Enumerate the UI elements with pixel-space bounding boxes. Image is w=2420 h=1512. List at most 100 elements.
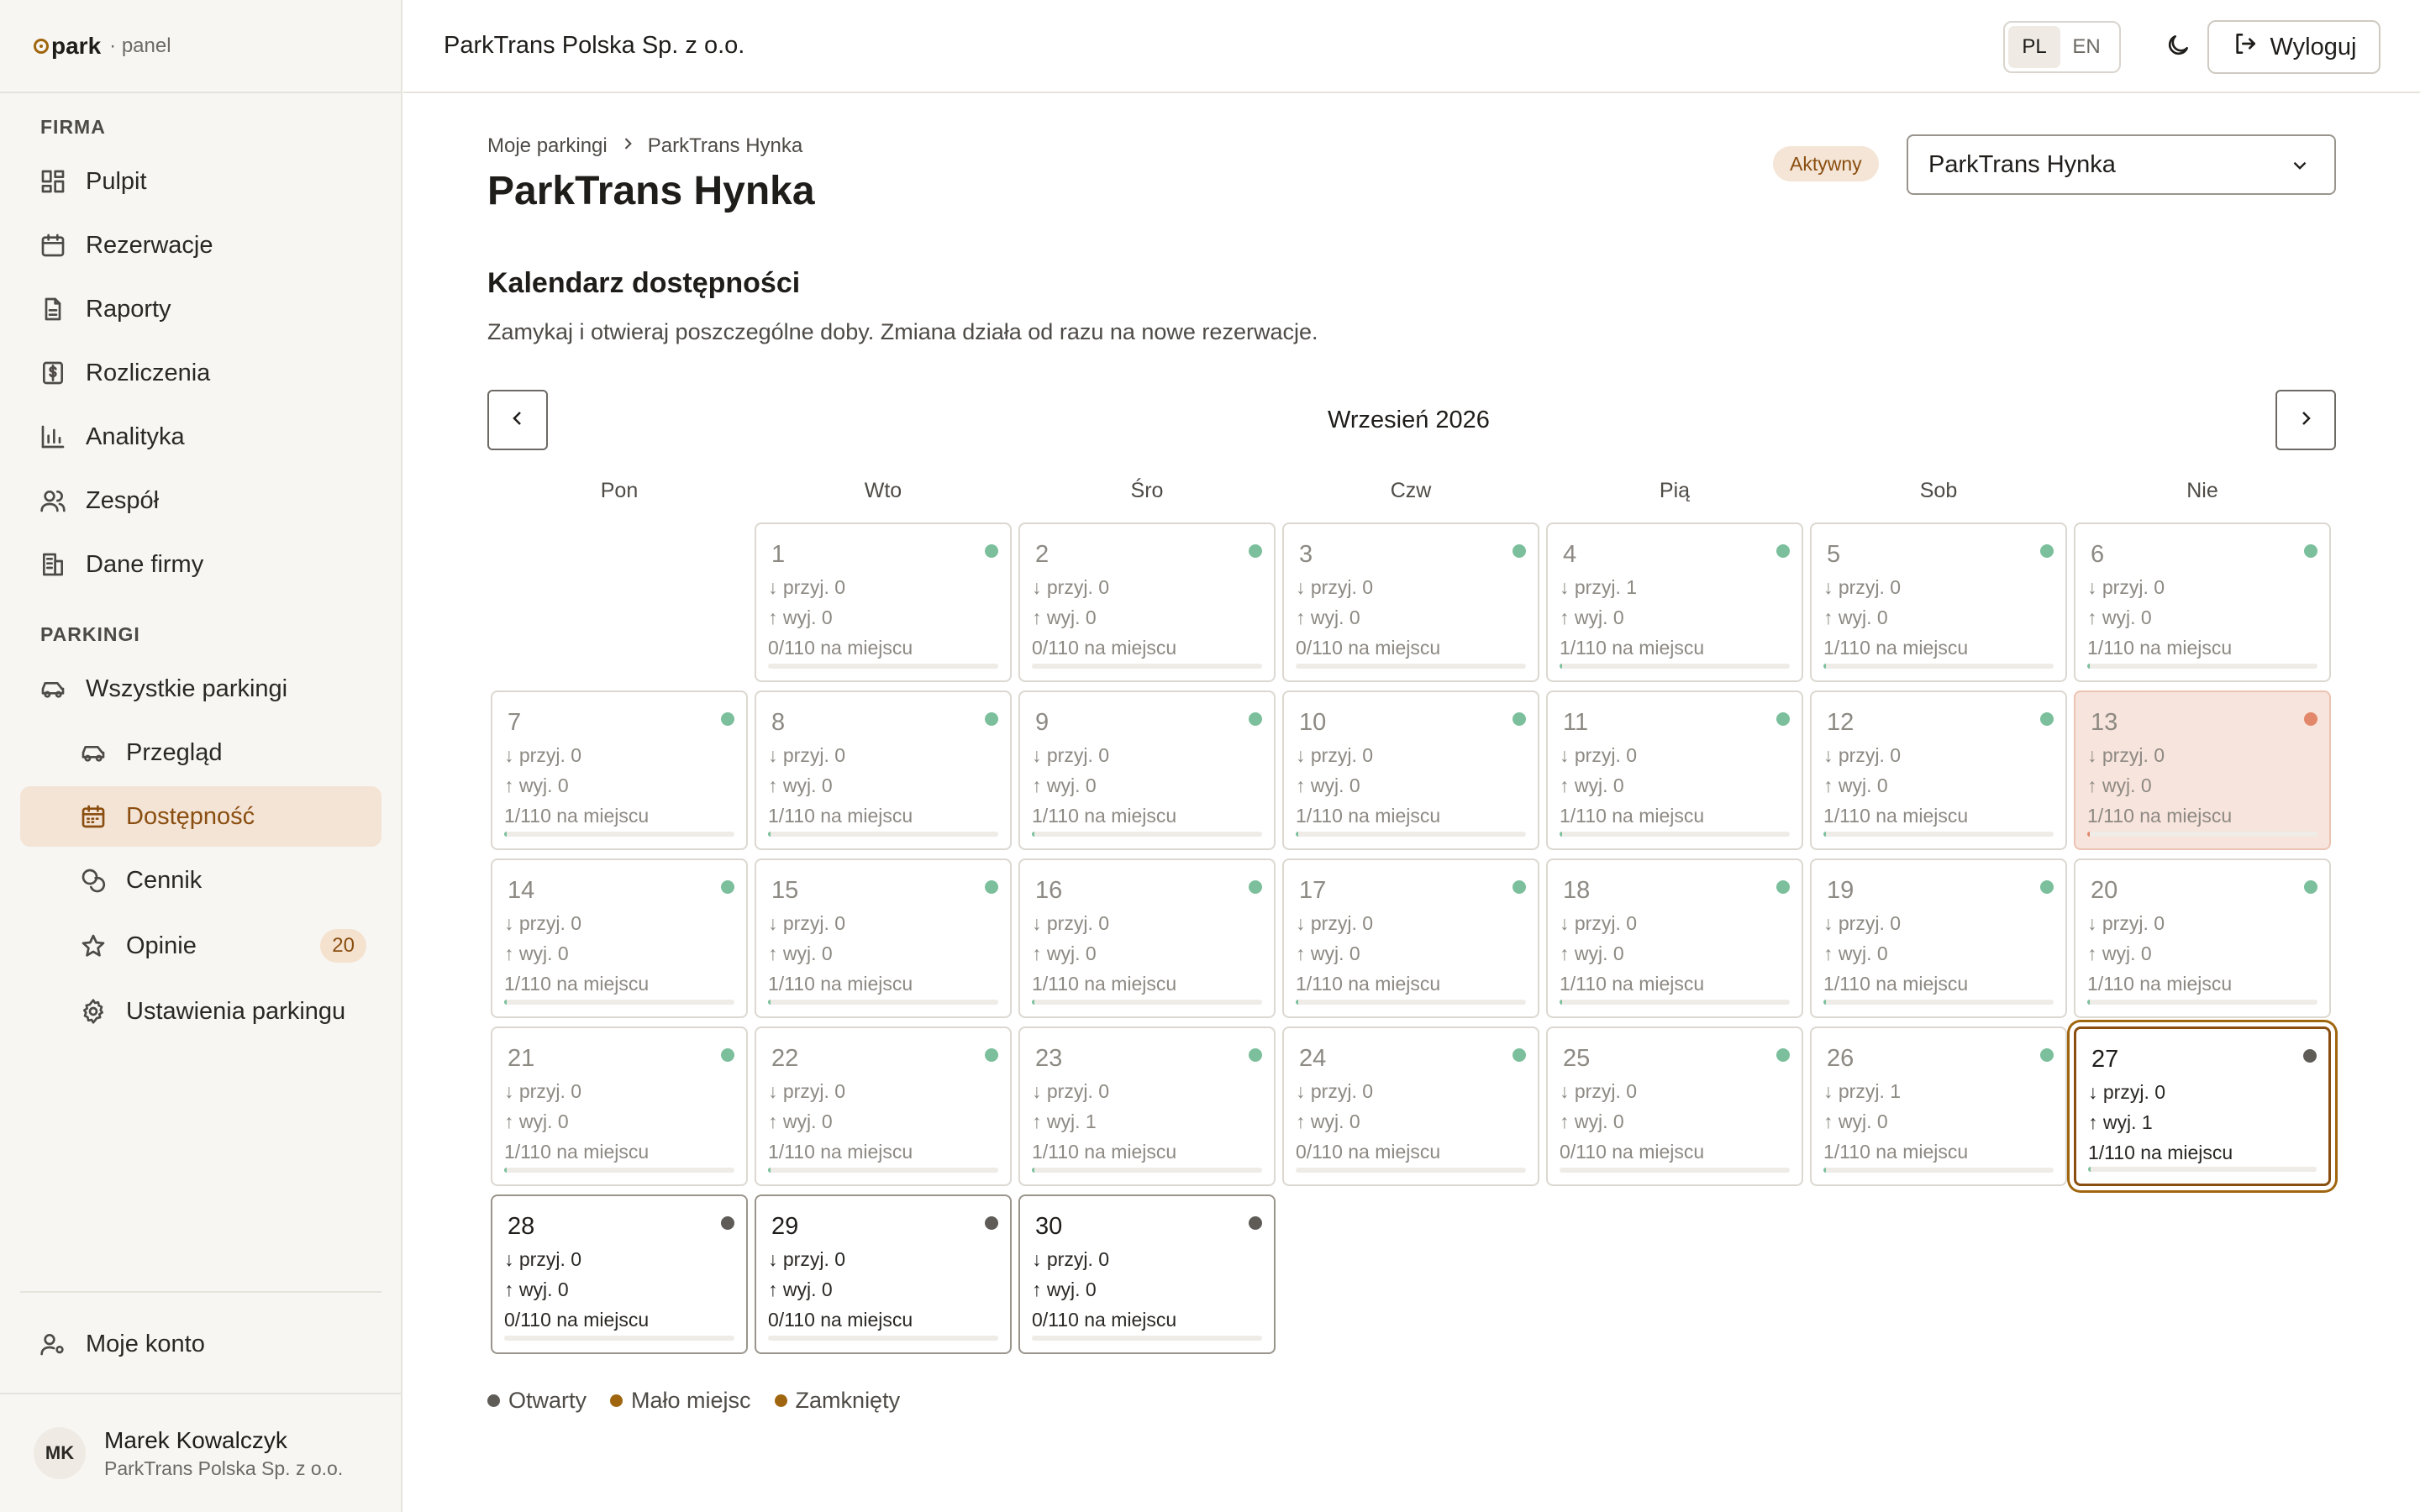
calendar-day[interactable]: 19 ↓ przyj. 0 ↑ wyj. 0 1/110 na miejscu xyxy=(1810,858,2067,1018)
occupancy-bar xyxy=(1823,832,2054,837)
status-dot xyxy=(2304,880,2317,894)
calendar-day[interactable]: 7 ↓ przyj. 0 ↑ wyj. 0 1/110 na miejscu xyxy=(491,690,748,850)
calendar-day[interactable]: 30 ↓ przyj. 0 ↑ wyj. 0 0/110 na miejscu xyxy=(1018,1194,1276,1354)
calendar-day[interactable]: 28 ↓ przyj. 0 ↑ wyj. 0 0/110 na miejscu xyxy=(491,1194,748,1354)
status-dot xyxy=(985,544,998,558)
sidebar-item-ustawienia-parkingu[interactable]: Ustawienia parkingu xyxy=(20,981,381,1042)
chevron-left-icon xyxy=(508,408,528,433)
sidebar-item-cennik[interactable]: Cennik xyxy=(20,850,381,911)
calendar-day[interactable]: 6 ↓ przyj. 0 ↑ wyj. 0 1/110 na miejscu xyxy=(2074,522,2331,682)
sidebar: park · panel FIRMA Pulpit Rezerwacje Rap… xyxy=(0,0,402,1512)
departures: ↑ wyj. 0 xyxy=(1032,942,1097,964)
brand[interactable]: park · panel xyxy=(0,0,401,93)
calendar-day[interactable]: 18 ↓ przyj. 0 ↑ wyj. 0 1/110 na miejscu xyxy=(1546,858,1803,1018)
user-text: Marek Kowalczyk ParkTrans Polska Sp. z o… xyxy=(104,1427,343,1480)
calendar-day[interactable]: 24 ↓ przyj. 0 ↑ wyj. 0 0/110 na miejscu xyxy=(1282,1026,1539,1186)
sidebar-item-rozliczenia[interactable]: Rozliczenia xyxy=(20,343,381,403)
calendar-day[interactable]: 11 ↓ przyj. 0 ↑ wyj. 0 1/110 na miejscu xyxy=(1546,690,1803,850)
departures: ↑ wyj. 0 xyxy=(2087,774,2152,796)
occupancy-bar-fill xyxy=(1823,1000,1826,1005)
calendar-day[interactable]: 26 ↓ przyj. 1 ↑ wyj. 0 1/110 na miejscu xyxy=(1810,1026,2067,1186)
calendar-day[interactable]: 27 ↓ przyj. 0 ↑ wyj. 1 1/110 na miejscu xyxy=(2074,1026,2331,1186)
arrivals: ↓ przyj. 0 xyxy=(1032,576,1110,598)
prev-month-button[interactable] xyxy=(487,390,548,450)
day-number: 22 xyxy=(771,1045,799,1072)
calendar-day[interactable]: 16 ↓ przyj. 0 ↑ wyj. 0 1/110 na miejscu xyxy=(1018,858,1276,1018)
theme-toggle-button[interactable] xyxy=(2161,30,2195,64)
occupancy-bar xyxy=(1560,1000,1790,1005)
day-number: 19 xyxy=(1827,877,1854,904)
calendar-day[interactable]: 20 ↓ przyj. 0 ↑ wyj. 0 1/110 na miejscu xyxy=(2074,858,2331,1018)
user-profile[interactable]: MK Marek Kowalczyk ParkTrans Polska Sp. … xyxy=(0,1393,402,1512)
occupancy-bar-fill xyxy=(2087,832,2090,837)
sidebar-item-pulpit[interactable]: Pulpit xyxy=(20,151,381,212)
logout-icon xyxy=(2232,30,2259,64)
calendar-day[interactable]: 14 ↓ przyj. 0 ↑ wyj. 0 1/110 na miejscu xyxy=(491,858,748,1018)
breadcrumb-current: ParkTrans Hynka xyxy=(647,134,803,157)
occupancy: 1/110 na miejscu xyxy=(768,1141,913,1163)
calendar-day[interactable]: 3 ↓ przyj. 0 ↑ wyj. 0 0/110 na miejscu xyxy=(1282,522,1539,682)
calendar-day[interactable]: 25 ↓ przyj. 0 ↑ wyj. 0 0/110 na miejscu xyxy=(1546,1026,1803,1186)
calendar-day[interactable]: 23 ↓ przyj. 0 ↑ wyj. 1 1/110 na miejscu xyxy=(1018,1026,1276,1186)
sidebar-item-dane-firmy[interactable]: Dane firmy xyxy=(20,534,381,595)
day-number: 24 xyxy=(1299,1045,1327,1072)
calendar-day[interactable]: 5 ↓ przyj. 0 ↑ wyj. 0 1/110 na miejscu xyxy=(1810,522,2067,682)
calendar-day[interactable]: 12 ↓ przyj. 0 ↑ wyj. 0 1/110 na miejscu xyxy=(1810,690,2067,850)
departures: ↑ wyj. 0 xyxy=(1560,942,1624,964)
arrivals: ↓ przyj. 0 xyxy=(1032,1080,1110,1102)
calendar-day[interactable]: 2 ↓ przyj. 0 ↑ wyj. 0 0/110 na miejscu xyxy=(1018,522,1276,682)
occupancy-bar xyxy=(504,1336,734,1341)
sidebar-item-analityka[interactable]: Analityka xyxy=(20,407,381,467)
calendar-day[interactable]: 21 ↓ przyj. 0 ↑ wyj. 0 1/110 na miejscu xyxy=(491,1026,748,1186)
calendar-day[interactable]: 9 ↓ przyj. 0 ↑ wyj. 0 1/110 na miejscu xyxy=(1018,690,1276,850)
lang-en-button[interactable]: EN xyxy=(2060,26,2112,68)
occupancy-bar-fill xyxy=(2088,1167,2091,1172)
sidebar-item-moje-konto[interactable]: Moje konto xyxy=(20,1314,381,1374)
status-dot xyxy=(721,880,734,894)
occupancy: 1/110 na miejscu xyxy=(1560,637,1705,659)
parking-select[interactable]: ParkTrans Hynka xyxy=(1907,134,2336,195)
sidebar-item-opinie[interactable]: Opinie 20 xyxy=(20,916,381,976)
arrivals: ↓ przyj. 0 xyxy=(504,1248,582,1270)
arrivals: ↓ przyj. 0 xyxy=(1296,1080,1374,1102)
calendar-day[interactable]: 4 ↓ przyj. 1 ↑ wyj. 0 1/110 na miejscu xyxy=(1546,522,1803,682)
calendar-day[interactable]: 1 ↓ przyj. 0 ↑ wyj. 0 0/110 na miejscu xyxy=(755,522,1012,682)
lang-pl-button[interactable]: PL xyxy=(2008,26,2060,68)
occupancy: 0/110 na miejscu xyxy=(1296,637,1441,659)
status-dot xyxy=(2040,544,2054,558)
occupancy: 1/110 na miejscu xyxy=(504,973,650,995)
status-dot xyxy=(721,712,734,726)
sidebar-item-wszystkie-parkingi[interactable]: Wszystkie parkingi xyxy=(20,659,381,719)
occupancy: 1/110 na miejscu xyxy=(2088,1142,2233,1163)
occupancy-bar xyxy=(1560,1168,1790,1173)
next-month-button[interactable] xyxy=(2275,390,2336,450)
day-number: 11 xyxy=(1563,709,1589,736)
departures: ↑ wyj. 0 xyxy=(1296,774,1360,796)
status-dot xyxy=(1776,544,1790,558)
departures: ↑ wyj. 0 xyxy=(1296,606,1360,628)
day-number: 15 xyxy=(771,877,799,904)
sidebar-item-raporty[interactable]: Raporty xyxy=(20,279,381,339)
sidebar-item-dostepnosc[interactable]: Dostępność xyxy=(20,786,381,847)
calendar-day[interactable]: 29 ↓ przyj. 0 ↑ wyj. 0 0/110 na miejscu xyxy=(755,1194,1012,1354)
sidebar-item-label: Analityka xyxy=(86,423,185,450)
calendar-day[interactable]: 8 ↓ przyj. 0 ↑ wyj. 0 1/110 na miejscu xyxy=(755,690,1012,850)
logout-button[interactable]: Wyloguj xyxy=(2207,20,2381,74)
calendar-day[interactable]: 17 ↓ przyj. 0 ↑ wyj. 0 1/110 na miejscu xyxy=(1282,858,1539,1018)
calendar-day[interactable]: 15 ↓ przyj. 0 ↑ wyj. 0 1/110 na miejscu xyxy=(755,858,1012,1018)
occupancy-bar xyxy=(1296,1168,1526,1173)
departures: ↑ wyj. 0 xyxy=(504,942,569,964)
sidebar-item-rezerwacje[interactable]: Rezerwacje xyxy=(20,215,381,276)
reviews-count-badge: 20 xyxy=(320,929,366,963)
weekday-label: Czw xyxy=(1390,479,1432,502)
chart-icon xyxy=(39,423,67,451)
sidebar-item-przeglad[interactable]: Przegląd xyxy=(20,722,381,783)
calendar-icon xyxy=(79,802,108,831)
calendar-day[interactable]: 13 ↓ przyj. 0 ↑ wyj. 0 1/110 na miejscu xyxy=(2074,690,2331,850)
calendar-day[interactable]: 10 ↓ przyj. 0 ↑ wyj. 0 1/110 na miejscu xyxy=(1282,690,1539,850)
breadcrumb-link[interactable]: Moje parkingi xyxy=(487,134,608,158)
arrivals: ↓ przyj. 0 xyxy=(768,576,846,598)
sidebar-item-zespol[interactable]: Zespół xyxy=(20,470,381,531)
calendar-day[interactable]: 22 ↓ przyj. 0 ↑ wyj. 0 1/110 na miejscu xyxy=(755,1026,1012,1186)
weekday-label: Sob xyxy=(1919,479,1958,502)
